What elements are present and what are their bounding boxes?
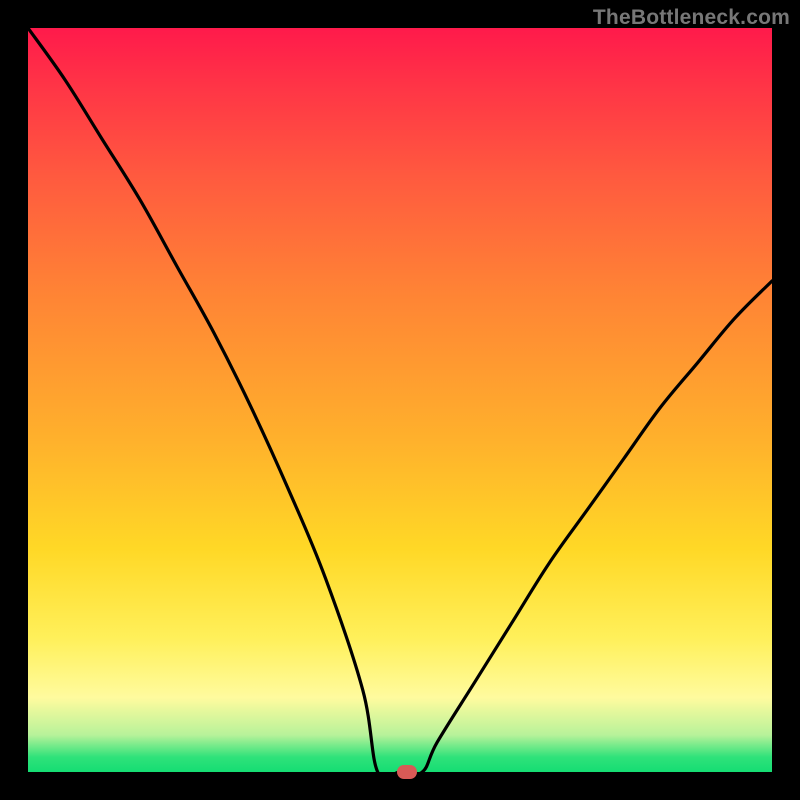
chart-frame: TheBottleneck.com: [0, 0, 800, 800]
chart-plot-area: [28, 28, 772, 772]
watermark-text: TheBottleneck.com: [593, 6, 790, 30]
bottleneck-curve: [28, 28, 772, 772]
optimal-point-marker: [397, 765, 417, 779]
